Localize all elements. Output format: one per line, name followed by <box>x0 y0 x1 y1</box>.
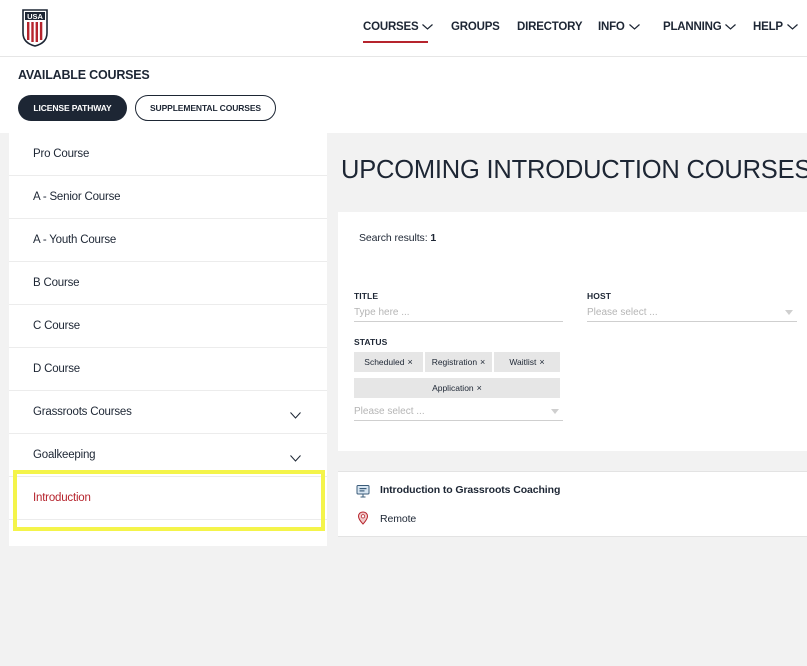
sidebar-item-label: C Course <box>33 320 80 332</box>
nav-info-label: INFO <box>598 21 625 33</box>
status-tag-scheduled[interactable]: Scheduled × <box>354 352 423 372</box>
available-courses-title: AVAILABLE COURSES <box>18 68 150 82</box>
nav-groups-label: GROUPS <box>451 21 500 33</box>
tab-license-pathway[interactable]: LICENSE PATHWAY <box>18 95 127 121</box>
map-pin-icon <box>357 511 369 525</box>
status-tag-label: Waitlist <box>509 357 537 367</box>
sidebar-item-label: D Course <box>33 363 80 375</box>
nav-info[interactable]: INFO <box>598 21 640 33</box>
results-number: 1 <box>430 232 437 244</box>
nav-help[interactable]: HELP <box>753 21 798 33</box>
sidebar-item-label: Pro Course <box>33 148 90 160</box>
sidebar-item-a-senior-course[interactable]: A - Senior Course <box>9 176 327 219</box>
sidebar-item-label: Goalkeeping <box>33 449 96 461</box>
chevron-down-icon <box>422 24 434 30</box>
sidebar-item-introduction[interactable]: Introduction <box>9 477 327 520</box>
status-filter-placeholder: Please select ... <box>354 406 425 417</box>
status-tag-label: Application <box>432 383 474 393</box>
sidebar-item-label: Grassroots Courses <box>33 406 132 418</box>
remove-tag-icon[interactable]: × <box>407 357 412 367</box>
sidebar-item-d-course[interactable]: D Course <box>9 348 327 391</box>
course-location: Remote <box>380 513 417 525</box>
sidebar-item-label: Introduction <box>33 492 91 504</box>
sidebar-item-c-course[interactable]: C Course <box>9 305 327 348</box>
remove-tag-icon[interactable]: × <box>480 357 485 367</box>
title-filter-label: TITLE <box>354 291 379 301</box>
dropdown-caret-icon <box>785 310 793 315</box>
title-filter-placeholder: Type here ... <box>354 307 410 318</box>
sidebar-item-label: A - Senior Course <box>33 191 121 203</box>
status-tag-label: Scheduled <box>364 357 405 367</box>
usa-soccer-crest-icon[interactable]: USA <box>22 9 48 47</box>
course-title-link[interactable]: Introduction to Grassroots Coaching <box>380 484 560 496</box>
sidebar-item-label: A - Youth Course <box>33 234 117 246</box>
host-filter-placeholder: Please select ... <box>587 307 658 318</box>
chevron-down-icon <box>786 24 798 30</box>
status-filter-select[interactable]: Please select ... <box>354 403 563 421</box>
nav-directory-label: DIRECTORY <box>517 21 583 33</box>
status-tag-list: Scheduled × Registration × Waitlist × Appli… <box>354 352 560 398</box>
results-label: Search results: <box>359 232 428 244</box>
nav-directory[interactable]: DIRECTORY <box>517 21 582 33</box>
chevron-down-icon <box>290 455 301 462</box>
nav-planning[interactable]: PLANNING <box>663 21 737 33</box>
page-title: UPCOMING INTRODUCTION COURSES <box>341 156 807 184</box>
nav-help-label: HELP <box>753 21 783 33</box>
dropdown-caret-icon <box>551 409 559 414</box>
title-filter-input[interactable]: Type here ... <box>354 304 563 322</box>
nav-active-underline <box>363 41 428 43</box>
remove-tag-icon[interactable]: × <box>477 383 482 393</box>
status-tag-application[interactable]: Application × <box>354 378 560 398</box>
status-tag-label: Registration <box>431 357 478 367</box>
course-sidebar: Pro Course A - Senior Course A - Youth C… <box>9 133 327 546</box>
sidebar-item-b-course[interactable]: B Course <box>9 262 327 305</box>
filter-panel: Search results: 1 TITLE Type here ... HO… <box>338 212 807 451</box>
nav-planning-label: PLANNING <box>663 21 722 33</box>
nav-courses[interactable]: COURSES <box>363 21 434 33</box>
status-tag-waitlist[interactable]: Waitlist × <box>494 352 560 372</box>
tab-supplemental-courses[interactable]: SUPPLEMENTAL COURSES <box>135 95 276 121</box>
chevron-down-icon <box>628 24 640 30</box>
sidebar-item-goalkeeping[interactable]: Goalkeeping <box>9 434 327 477</box>
status-filter-label: STATUS <box>354 337 388 347</box>
sidebar-item-label: B Course <box>33 277 80 289</box>
presentation-screen-icon <box>356 485 370 498</box>
course-category-bar: AVAILABLE COURSES LICENSE PATHWAY SUPPLE… <box>0 57 807 133</box>
chevron-down-icon <box>290 412 301 419</box>
nav-courses-label: COURSES <box>363 21 419 33</box>
svg-text:USA: USA <box>27 12 43 21</box>
course-result-card[interactable]: Introduction to Grassroots Coaching Remo… <box>338 471 807 537</box>
chevron-down-icon <box>725 24 737 30</box>
search-results-count: Search results: 1 <box>359 232 436 244</box>
host-filter-label: HOST <box>587 291 612 301</box>
remove-tag-icon[interactable]: × <box>539 357 544 367</box>
sidebar-item-a-youth-course[interactable]: A - Youth Course <box>9 219 327 262</box>
nav-groups[interactable]: GROUPS <box>451 21 500 33</box>
sidebar-item-grassroots-courses[interactable]: Grassroots Courses <box>9 391 327 434</box>
host-filter-select[interactable]: Please select ... <box>587 304 797 322</box>
status-tag-registration[interactable]: Registration × <box>425 352 492 372</box>
sidebar-item-pro-course[interactable]: Pro Course <box>9 133 327 176</box>
top-header: USA COURSES GROUPS DIRECTORY INFO PLANNI… <box>0 0 807 57</box>
